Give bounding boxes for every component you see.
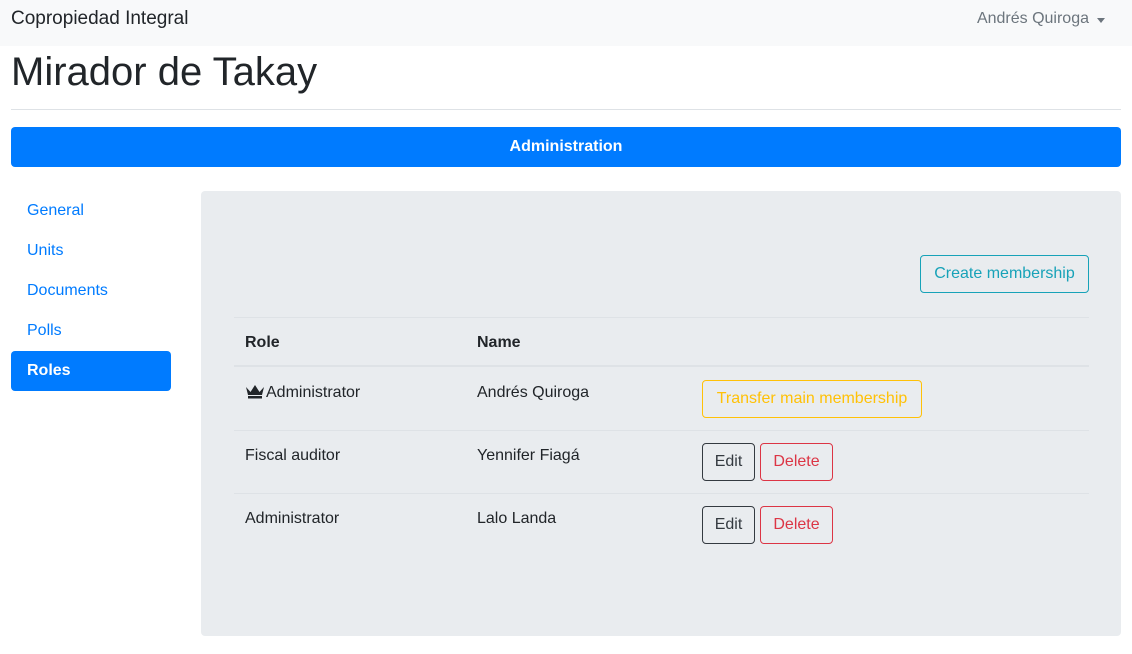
role-cell: Administrator	[245, 510, 340, 527]
sidebar-item-general[interactable]: General	[11, 191, 171, 231]
sidebar-item-roles[interactable]: Roles	[11, 351, 171, 391]
table-header-border	[234, 365, 1089, 367]
user-name: Andrés Quiroga	[976, 10, 1089, 27]
transfer-main-membership-button[interactable]: Transfer main membership	[702, 380, 922, 418]
create-membership-button[interactable]: Create membership	[920, 255, 1089, 293]
sidebar-item-polls[interactable]: Polls	[11, 311, 171, 351]
roles-panel: Create membership Role Name Administrato…	[201, 191, 1121, 636]
delete-button[interactable]: Delete	[760, 443, 833, 481]
sidebar-nav: General Units Documents Polls Roles	[11, 191, 171, 391]
row-divider	[234, 430, 1089, 431]
edit-button[interactable]: Edit	[702, 443, 755, 481]
table-top-border	[234, 317, 1089, 318]
column-header-role: Role	[245, 334, 280, 351]
administration-bar[interactable]: Administration	[11, 127, 1121, 167]
page-title: Mirador de Takay	[11, 50, 318, 94]
role-cell: Fiscal auditor	[245, 447, 341, 464]
role-label: Administrator	[266, 384, 361, 401]
sidebar-item-units[interactable]: Units	[11, 231, 171, 271]
delete-button[interactable]: Delete	[760, 506, 833, 544]
row-divider	[234, 493, 1089, 494]
role-cell: Administrator	[245, 383, 360, 403]
user-menu-dropdown[interactable]: Andrés Quiroga	[977, 8, 1105, 30]
top-navbar: Copropiedad Integral Andrés Quiroga	[0, 0, 1132, 46]
name-cell: Lalo Landa	[477, 510, 557, 527]
administration-label: Administration	[509, 138, 623, 155]
chevron-down-icon	[1097, 17, 1105, 23]
edit-button[interactable]: Edit	[702, 506, 755, 544]
brand-link[interactable]: Copropiedad Integral	[11, 8, 188, 30]
column-header-name: Name	[477, 334, 521, 351]
name-cell: Yennifer Fiagá	[477, 447, 580, 464]
title-divider	[11, 109, 1121, 110]
sidebar-item-documents[interactable]: Documents	[11, 271, 171, 311]
crown-icon	[246, 385, 264, 399]
name-cell: Andrés Quiroga	[477, 384, 590, 401]
